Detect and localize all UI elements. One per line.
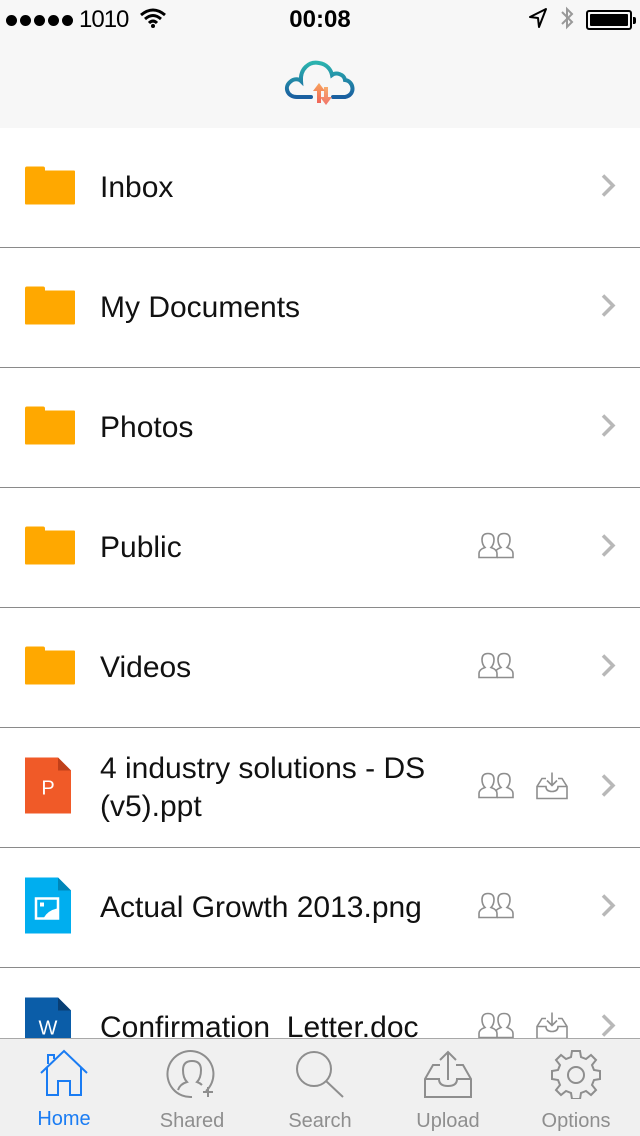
file-list[interactable]: Inbox My Documents Photos Public Videos … — [0, 128, 640, 1038]
file-badge-letter: P — [41, 777, 54, 799]
folder-icon — [24, 405, 76, 450]
home-icon — [38, 1049, 90, 1102]
list-item[interactable]: W Confirmation_Letter.doc — [0, 968, 640, 1038]
list-item[interactable]: P 4 industry solutions - DS (v5).ppt — [0, 728, 640, 848]
folder-icon — [24, 165, 76, 210]
list-item[interactable]: Photos — [0, 368, 640, 488]
add-user-icon — [166, 1049, 218, 1104]
search-icon — [294, 1049, 346, 1104]
tab-home[interactable]: Home — [0, 1039, 128, 1136]
shared-users-icon — [477, 652, 515, 683]
tab-label: Options — [541, 1110, 611, 1132]
file-badge-letter: W — [39, 1017, 58, 1038]
tab-upload[interactable]: Upload — [384, 1039, 512, 1136]
chevron-right-icon — [600, 892, 616, 923]
tab-label: Shared — [159, 1110, 225, 1132]
list-item[interactable]: Public — [0, 488, 640, 608]
folder-icon — [24, 525, 76, 570]
tab-options[interactable]: Options — [512, 1039, 640, 1136]
chevron-right-icon — [600, 652, 616, 683]
image-file-icon — [24, 876, 72, 939]
cloud-sync-logo-icon — [281, 55, 359, 114]
shared-users-icon — [477, 1012, 515, 1038]
list-item[interactable]: Actual Growth 2013.png — [0, 848, 640, 968]
chevron-right-icon — [600, 772, 616, 803]
shared-users-icon — [477, 532, 515, 563]
folder-icon — [24, 645, 76, 690]
tab-shared[interactable]: Shared — [128, 1039, 256, 1136]
tab-search[interactable]: Search — [256, 1039, 384, 1136]
shared-users-icon — [477, 892, 515, 923]
chevron-right-icon — [600, 532, 616, 563]
chevron-right-icon — [600, 1012, 616, 1038]
tab-label: Search — [288, 1110, 352, 1132]
powerpoint-file-icon: P — [24, 756, 72, 819]
list-item[interactable]: Inbox — [0, 128, 640, 248]
bluetooth-icon — [560, 5, 574, 36]
tab-label: Home — [37, 1108, 91, 1130]
tab-bar: Home Shared Search Upload Options — [0, 1038, 640, 1136]
word-file-icon: W — [24, 996, 72, 1038]
tab-label: Upload — [416, 1110, 480, 1132]
status-bar: 1010 00:08 — [0, 0, 640, 40]
shared-users-icon — [477, 772, 515, 803]
offline-download-icon — [536, 1011, 568, 1038]
item-name: Public — [100, 530, 182, 564]
gear-icon — [550, 1049, 602, 1104]
list-item[interactable]: My Documents — [0, 248, 640, 368]
chevron-right-icon — [600, 172, 616, 203]
item-name: 4 industry solutions - DS (v5).ppt — [100, 751, 426, 823]
chevron-right-icon — [600, 412, 616, 443]
item-name: My Documents — [100, 290, 301, 324]
upload-icon — [422, 1049, 474, 1104]
location-arrow-icon — [528, 7, 548, 34]
list-item[interactable]: Videos — [0, 608, 640, 728]
item-name: Confirmation_Letter.doc — [100, 1010, 419, 1039]
nav-bar — [0, 40, 640, 128]
chevron-right-icon — [600, 292, 616, 323]
item-name: Photos — [100, 410, 194, 444]
item-name: Videos — [100, 650, 192, 684]
battery-icon — [586, 10, 636, 30]
folder-icon — [24, 285, 76, 330]
offline-download-icon — [536, 771, 568, 804]
item-name: Actual Growth 2013.png — [100, 890, 422, 924]
item-name: Inbox — [100, 170, 174, 204]
